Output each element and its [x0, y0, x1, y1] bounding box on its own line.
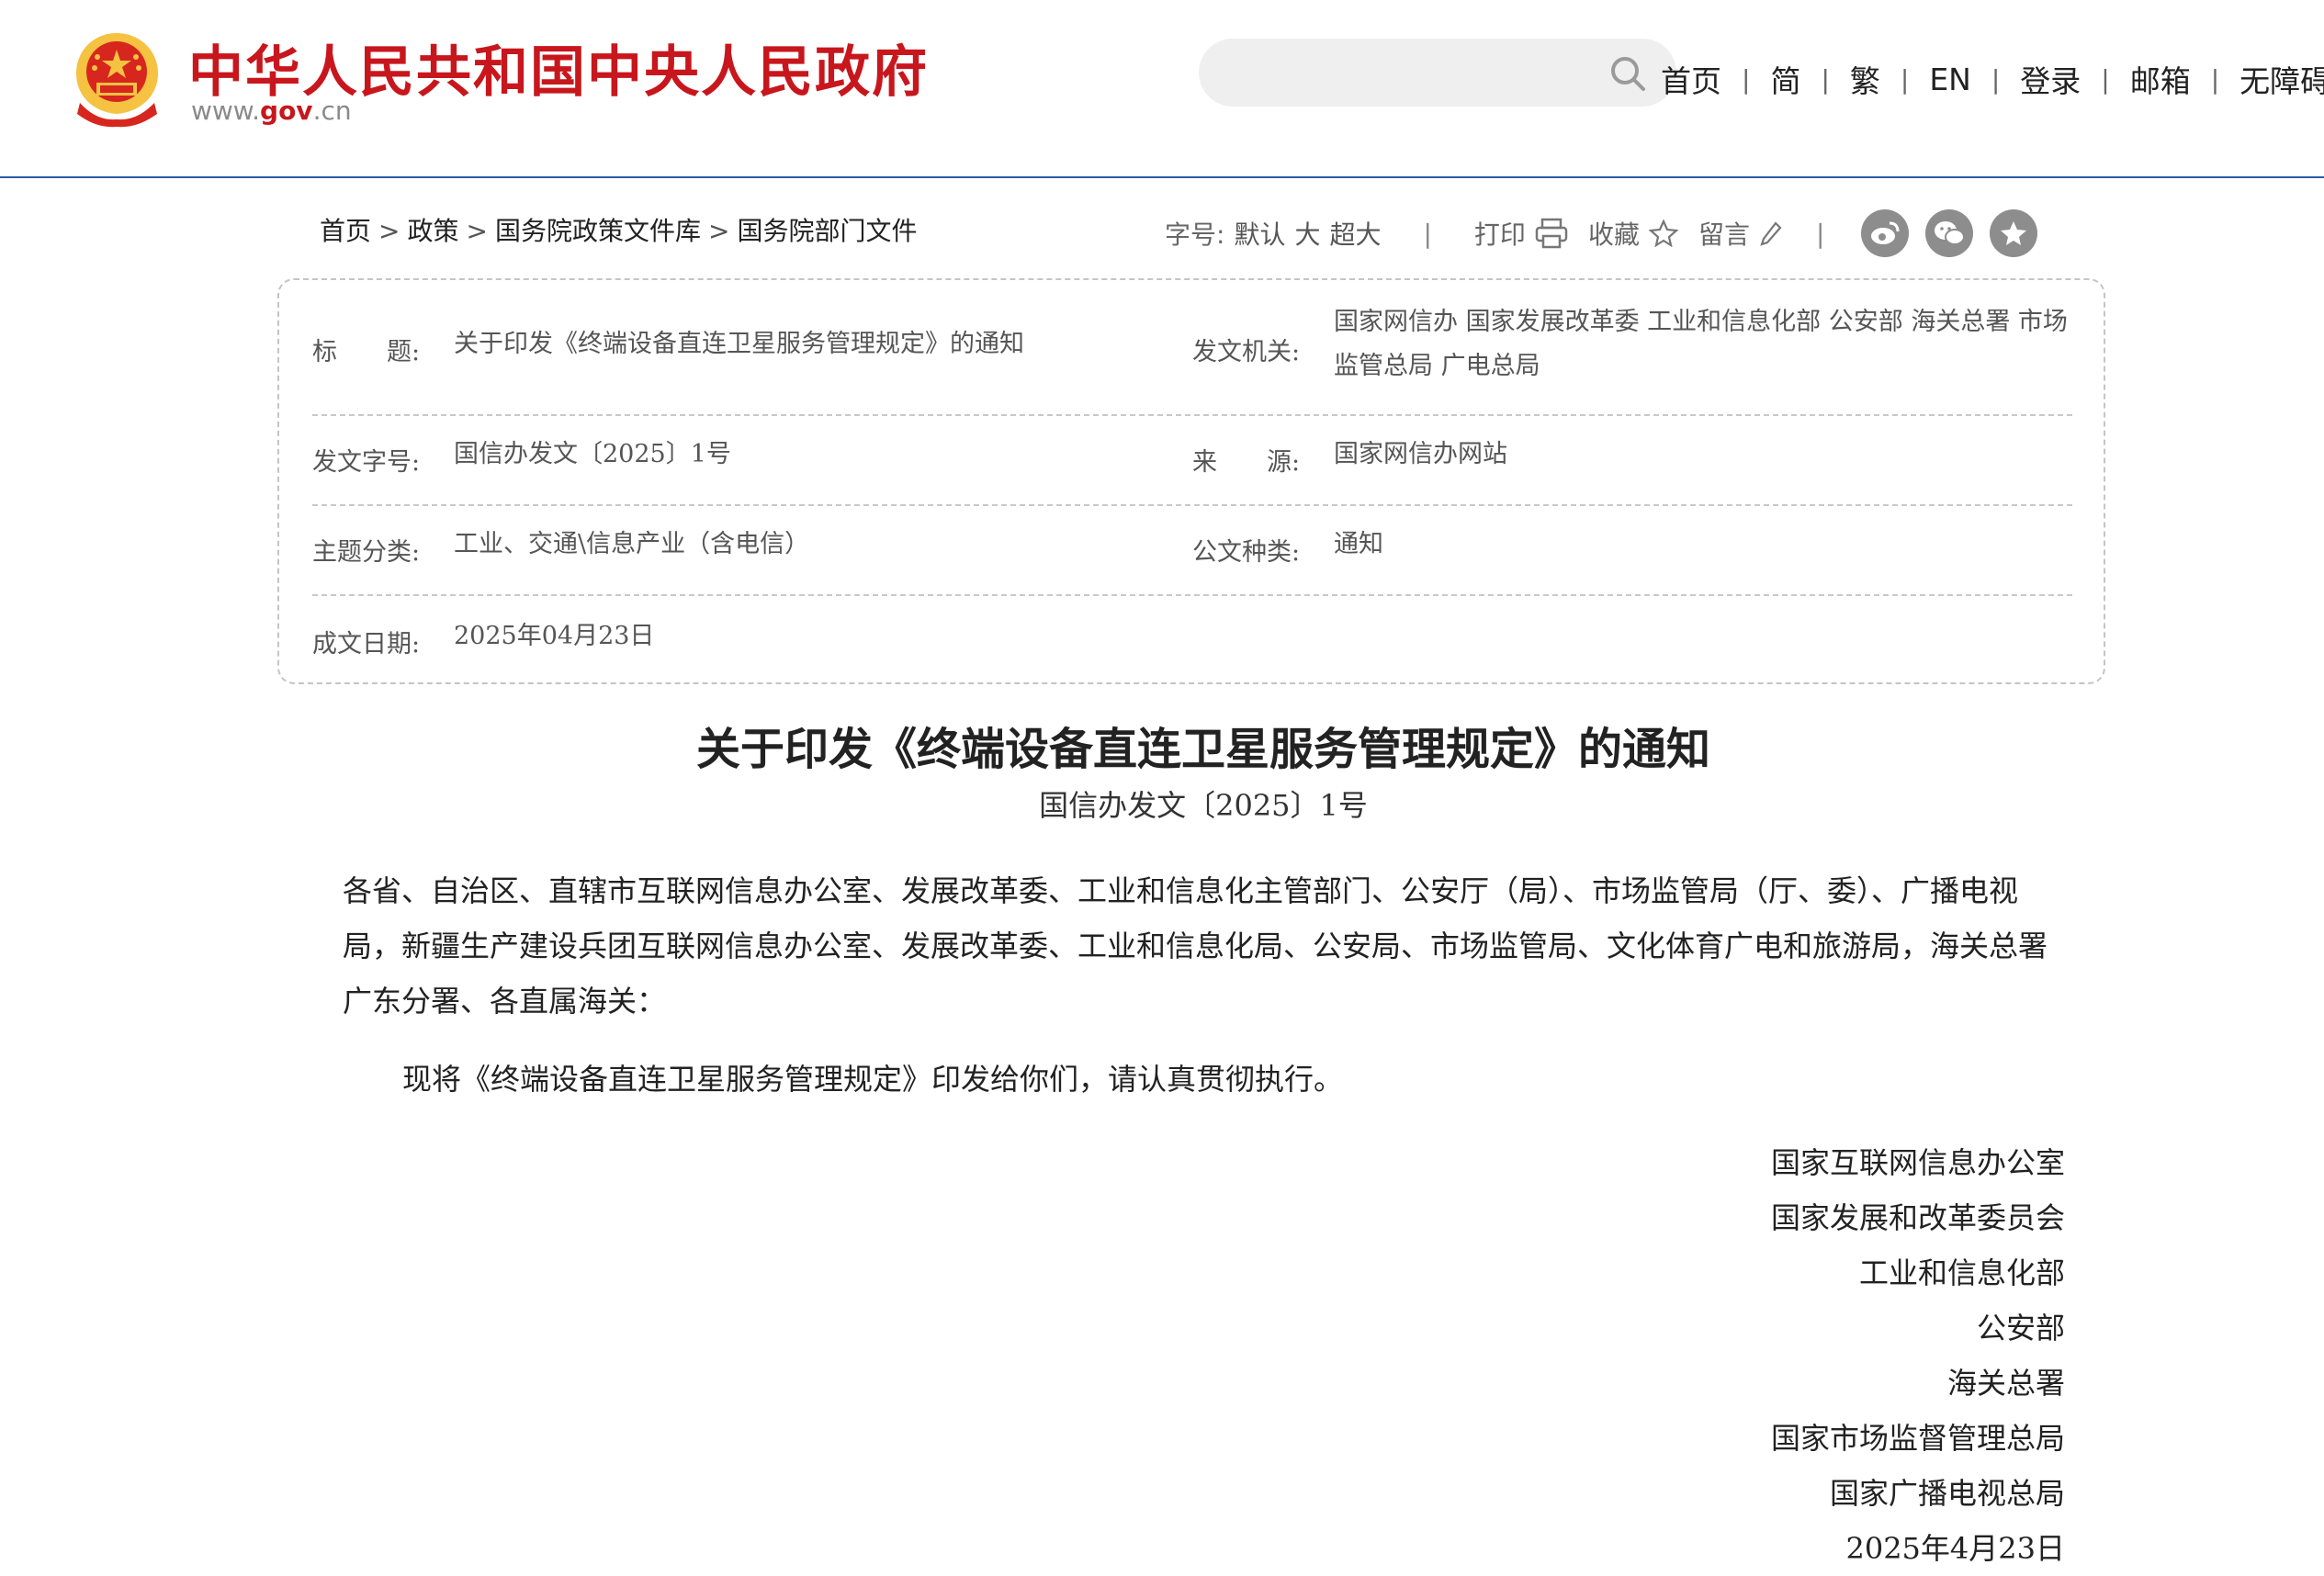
title-label: 标 题: [312, 338, 421, 366]
nav-simplified[interactable]: 简 [1770, 57, 1800, 101]
info-row: 发文字号: 国信办发文〔2025〕1号 来 源: 国家网信办网站 [312, 414, 2072, 506]
search-input[interactable] [1199, 39, 1676, 107]
info-row: 成文日期: 2025年04月23日 [312, 594, 2072, 682]
breadcrumb-separator: > [466, 216, 488, 246]
breadcrumb-home[interactable]: 首页 [320, 216, 371, 246]
site-url: www.gov.cn [191, 96, 352, 126]
nav-divider: | [1821, 63, 1830, 95]
nav-divider: | [1742, 63, 1751, 95]
font-size-xlarge[interactable]: 超大 [1329, 215, 1381, 252]
document-title: 关于印发《终端设备直连卫星服务管理规定》的通知 [695, 724, 1710, 775]
article-tools: 字号: 默认 大 超大 | 打印 收藏 留言 | [1165, 209, 2038, 257]
signer: 国家广播电视总局 [1829, 1476, 2065, 1511]
print-button[interactable]: 打印 [1474, 215, 1526, 252]
nav-mail[interactable]: 邮箱 [2130, 57, 2191, 101]
font-size-label: 字号: [1165, 220, 1225, 250]
docno-value: 国信办发文〔2025〕1号 [454, 440, 731, 468]
pencil-icon[interactable] [1759, 220, 1783, 246]
nav-divider: | [2101, 63, 2110, 95]
date-label: 成文日期: [312, 630, 421, 659]
breadcrumb: 首页 > 政策 > 国务院政策文件库 > 国务院部门文件 [320, 211, 917, 248]
font-size-default[interactable]: 默认 [1234, 215, 1285, 252]
signer: 国家发展和改革委员会 [1770, 1200, 2065, 1235]
tools-divider: | [1815, 218, 1825, 249]
signer: 海关总署 [1946, 1366, 2065, 1401]
weibo-icon[interactable] [1861, 209, 1910, 257]
signature-block: 国家互联网信息办公室 国家发展和改革委员会 工业和信息化部 公安部 海关总署 国… [1771, 1135, 2065, 1576]
nav-divider: | [1900, 63, 1910, 95]
breadcrumb-policy-library[interactable]: 国务院政策文件库 [495, 216, 701, 246]
nav-english[interactable]: EN [1929, 62, 1971, 97]
top-nav: 首页 | 简 | 繁 | EN | 登录 | 邮箱 | 无障碍 [1661, 57, 2324, 101]
print-icon[interactable] [1535, 218, 1568, 249]
issuer-value: 国家网信办 国家发展改革委 工业和信息化部 公安部 海关总署 市场监管总局 广电… [1334, 308, 2068, 380]
topic-value: 工业、交通\信息产业（含电信） [454, 530, 810, 558]
nav-login[interactable]: 登录 [2020, 57, 2081, 101]
star-icon[interactable] [1648, 220, 1678, 247]
nav-traditional[interactable]: 繁 [1850, 57, 1880, 101]
info-row: 主题分类: 工业、交通\信息产业（含电信） 公文种类: 通知 [312, 504, 2072, 596]
national-emblem-logo[interactable] [69, 29, 165, 129]
document-recipients: 各省、自治区、直辖市互联网信息办公室、发展改革委、工业和信息化主管部门、公安厅（… [343, 873, 2048, 1019]
signer: 国家市场监督管理总局 [1770, 1421, 2065, 1456]
breadcrumb-separator: > [707, 216, 730, 246]
source-label: 来 源: [1192, 448, 1301, 477]
title-value: 关于印发《终端设备直连卫星服务管理规定》的通知 [454, 330, 1024, 358]
nav-divider: | [1991, 63, 2001, 95]
wechat-icon[interactable] [1925, 209, 1974, 257]
nav-home[interactable]: 首页 [1661, 57, 1721, 101]
font-size-large[interactable]: 大 [1294, 215, 1320, 252]
nav-accessibility[interactable]: 无障碍 [2239, 57, 2324, 101]
favorite-button[interactable]: 收藏 [1588, 215, 1640, 252]
tools-divider: | [1423, 218, 1432, 249]
date-value: 2025年04月23日 [454, 622, 655, 650]
type-label: 公文种类: [1192, 538, 1301, 567]
source-value: 国家网信办网站 [1334, 440, 1507, 468]
search-icon[interactable] [1609, 55, 1646, 92]
document-number: 国信办发文〔2025〕1号 [1039, 788, 1368, 823]
issuer-label: 发文机关: [1192, 338, 1301, 366]
breadcrumb-policy[interactable]: 政策 [407, 216, 458, 246]
signer: 国家互联网信息办公室 [1770, 1145, 2065, 1180]
breadcrumb-department-docs[interactable]: 国务院部门文件 [737, 216, 917, 246]
signature-date: 2025年4月23日 [1845, 1531, 2065, 1566]
document-body: 现将《终端设备直连卫星服务管理规定》印发给你们，请认真贯彻执行。 [402, 1062, 1344, 1097]
docno-label: 发文字号: [312, 448, 421, 477]
document-info-table: 标 题: 关于印发《终端设备直连卫星服务管理规定》的通知 发文机关: 国家网信办… [277, 278, 2105, 684]
qzone-icon[interactable] [1990, 209, 2038, 257]
nav-divider: | [2210, 63, 2220, 95]
signer: 工业和信息化部 [1858, 1255, 2065, 1290]
topic-label: 主题分类: [312, 538, 421, 567]
comment-button[interactable]: 留言 [1698, 215, 1750, 252]
breadcrumb-separator: > [378, 216, 400, 246]
type-value: 通知 [1334, 530, 1383, 558]
info-row: 标 题: 关于印发《终端设备直连卫星服务管理规定》的通知 发文机关: 国家网信办… [312, 280, 2072, 416]
signer: 公安部 [1976, 1311, 2065, 1345]
